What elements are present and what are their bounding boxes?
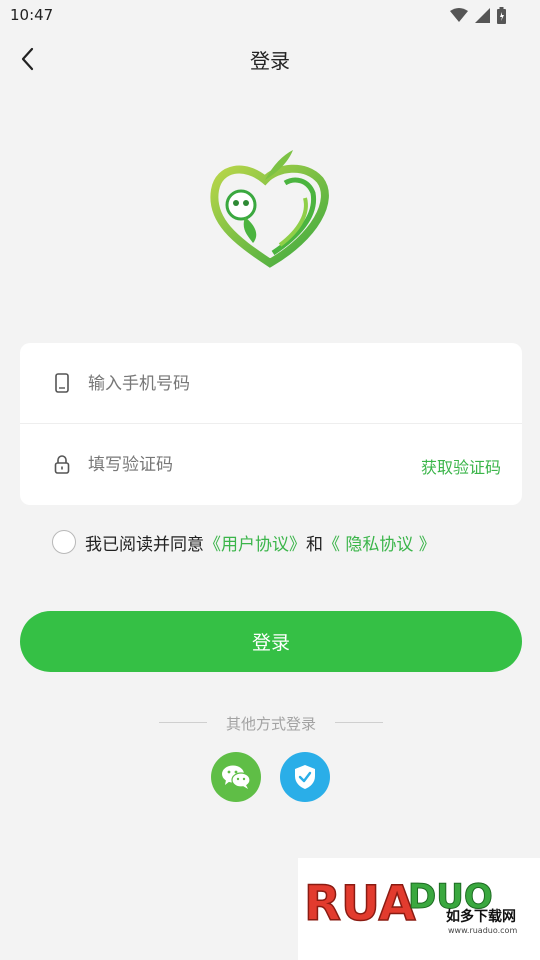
phone-row (20, 343, 522, 424)
status-time: 10:47 (10, 6, 54, 24)
agreement-joiner: 和 (306, 534, 323, 555)
other-login-label: 其他方式登录 (225, 715, 316, 733)
wechat-login-button[interactable] (211, 752, 261, 802)
phone-icon (55, 373, 69, 393)
agreement-prefix: 我已阅读并同意 (85, 534, 204, 555)
status-bar: 10:47 (0, 0, 540, 30)
user-agreement-link[interactable]: 《用户协议》 (204, 535, 306, 555)
wechat-icon (222, 765, 251, 789)
get-code-button[interactable]: 获取验证码 (421, 454, 501, 478)
phone-input[interactable] (86, 367, 390, 401)
lock-icon (54, 455, 70, 474)
divider-right (335, 722, 383, 723)
login-button[interactable]: 登录 (20, 611, 522, 672)
panda-heart-logo (210, 150, 329, 268)
code-row: 获取验证码 (20, 424, 522, 504)
signal-icon (475, 7, 490, 23)
svg-text:RUA: RUA (304, 876, 416, 928)
status-icons (450, 6, 506, 24)
watermark-url: www.ruaduo.com (448, 926, 518, 935)
battery-icon (497, 6, 506, 24)
shield-check-icon (295, 765, 315, 789)
header: 登录 (0, 30, 540, 88)
wifi-icon (450, 7, 468, 22)
agreement-text: 我已阅读并同意《用户协议》和《 隐私协议 》 (85, 530, 436, 555)
verification-code-input[interactable] (86, 448, 340, 482)
login-form-card: 获取验证码 (20, 343, 522, 505)
agreement-checkbox[interactable] (52, 530, 76, 554)
page-title: 登录 (250, 49, 290, 73)
agreement-row: 我已阅读并同意《用户协议》和《 隐私协议 》 (52, 528, 436, 556)
watermark-subtitle: 如多下载网 (446, 909, 516, 925)
other-login-divider: 其他方式登录 (159, 712, 383, 734)
watermark: RUA DUO 如多下载网 www.ruaduo.com (298, 858, 540, 960)
verify-login-button[interactable] (280, 752, 330, 802)
privacy-policy-link[interactable]: 《 隐私协议 》 (323, 535, 436, 555)
